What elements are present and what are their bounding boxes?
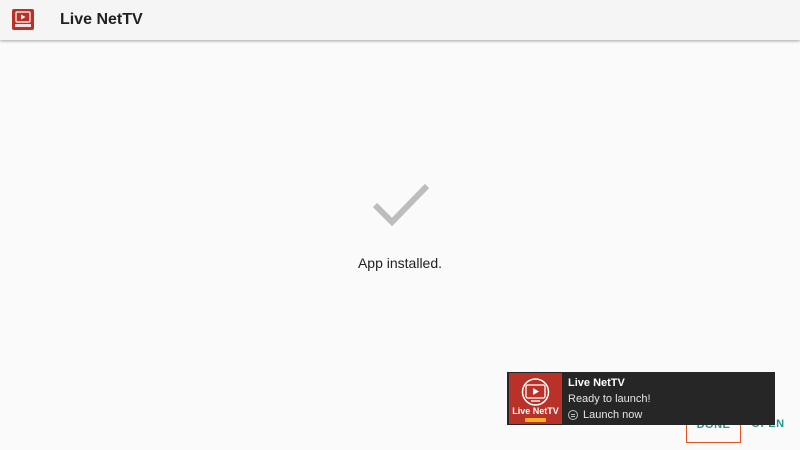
install-notification[interactable]: Live NetTV Live NetTV Ready to launch! L…	[507, 372, 775, 425]
menu-circle-icon	[568, 410, 578, 420]
app-bar: Live NetTV	[0, 0, 800, 40]
checkmark-icon	[372, 183, 430, 227]
live-nettv-app-icon	[12, 9, 34, 30]
app-title: Live NetTV	[60, 11, 143, 28]
logo-text: Live NetTV	[512, 406, 559, 416]
app-install-screen: Live NetTV App installed. DONE OPEN Live…	[0, 0, 800, 450]
notification-message: Ready to launch!	[568, 393, 651, 405]
launch-now-action[interactable]: Launch now	[568, 408, 642, 422]
install-status-text: App installed.	[357, 255, 443, 271]
live-nettv-logo-icon: Live NetTV	[509, 373, 562, 424]
launch-now-label: Launch now	[583, 409, 643, 421]
notification-title: Live NetTV	[568, 377, 625, 389]
